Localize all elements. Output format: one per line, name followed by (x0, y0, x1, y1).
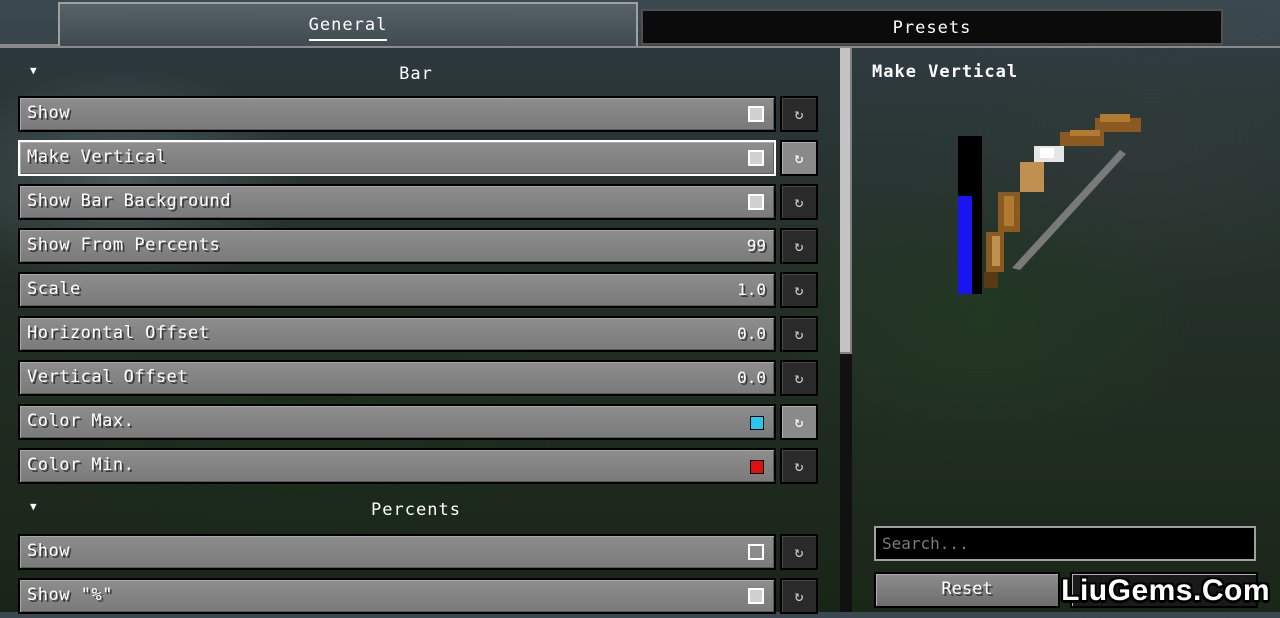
option-row-vertical-offset[interactable]: Vertical Offset 0.0 ↻ (18, 360, 820, 400)
option-row-show[interactable]: Show ↻ (18, 96, 820, 136)
option-button-show-bar-background[interactable]: Show Bar Background (18, 184, 776, 220)
reset-button[interactable]: ↻ (780, 184, 818, 220)
option-row-color-min[interactable]: Color Min. ↻ (18, 448, 820, 488)
bow-preview (958, 114, 1141, 294)
option-button-scale[interactable]: Scale 1.0 (18, 272, 776, 308)
vertical-durability-bar (958, 136, 982, 294)
reset-button[interactable]: ↻ (780, 272, 818, 308)
section-title-percents: Percents (371, 500, 461, 520)
checkbox-checked-icon[interactable] (748, 150, 764, 166)
option-value: 1.0 (737, 280, 766, 299)
option-row-horizontal-offset[interactable]: Horizontal Offset 0.0 ↻ (18, 316, 820, 356)
option-label: Color Max. (27, 411, 135, 431)
checkbox-checked-icon[interactable] (748, 588, 764, 604)
option-button-horizontal-offset[interactable]: Horizontal Offset 0.0 (18, 316, 776, 352)
option-button-show[interactable]: Show (18, 96, 776, 132)
reset-button[interactable]: ↻ (780, 96, 818, 132)
reset-button[interactable]: ↻ (780, 140, 818, 176)
option-button-vertical-offset[interactable]: Vertical Offset 0.0 (18, 360, 776, 396)
option-label: Vertical Offset (27, 367, 189, 387)
checkbox-checked-icon[interactable] (748, 194, 764, 210)
option-row-show-percent-sign[interactable]: Show "%" ↻ (18, 578, 820, 618)
description-title: Make Vertical (872, 62, 1019, 82)
watermark-logo: LiuGems.Com (1061, 574, 1270, 607)
option-label: Show From Percents (27, 235, 221, 255)
option-value: 0.0 (737, 324, 766, 343)
tab-presets[interactable]: Presets (641, 9, 1223, 45)
option-button-show-from-percents[interactable]: Show From Percents 99 (18, 228, 776, 264)
scrollbar-thumb[interactable] (840, 48, 852, 354)
option-row-make-vertical[interactable]: Make Vertical ↻ (18, 140, 820, 180)
option-label: Make Vertical (27, 147, 167, 167)
reset-button[interactable]: ↻ (780, 228, 818, 264)
bow-icon (984, 114, 1141, 288)
reset-button[interactable]: ↻ (780, 448, 818, 484)
reset-all-button[interactable]: Reset (874, 572, 1060, 608)
option-label: Horizontal Offset (27, 323, 210, 343)
option-button-color-min[interactable]: Color Min. (18, 448, 776, 484)
section-header-bar[interactable]: ▼ Bar (0, 64, 840, 88)
option-label: Show "%" (27, 585, 113, 605)
color-swatch[interactable] (750, 460, 764, 474)
option-row-show-bar-background[interactable]: Show Bar Background ↻ (18, 184, 820, 224)
tab-presets-label: Presets (892, 18, 972, 38)
option-button-show-percent-sign[interactable]: Show "%" (18, 578, 776, 614)
option-row-show-from-percents[interactable]: Show From Percents 99 ↻ (18, 228, 820, 268)
option-label: Show (27, 103, 70, 123)
tab-general-label: General (308, 15, 388, 41)
option-label: Show (27, 541, 70, 561)
option-label: Show Bar Background (27, 191, 231, 211)
section-title-bar: Bar (399, 64, 433, 84)
reset-button[interactable]: ↻ (780, 360, 818, 396)
reset-button[interactable]: ↻ (780, 534, 818, 570)
tab-general[interactable]: General (58, 2, 638, 48)
option-row-color-max[interactable]: Color Max. ↻ (18, 404, 820, 444)
reset-button[interactable]: ↻ (780, 404, 818, 440)
options-list[interactable]: ▼ Bar Show ↻ Make Vertical ↻ Show Bar Ba… (0, 48, 840, 614)
option-button-percents-show[interactable]: Show (18, 534, 776, 570)
color-swatch[interactable] (750, 416, 764, 430)
option-value: 0.0 (737, 368, 766, 387)
option-label: Color Min. (27, 455, 135, 475)
reset-button[interactable]: ↻ (780, 316, 818, 352)
option-row-percents-show[interactable]: Show ↻ (18, 534, 820, 574)
option-value: 99 (746, 236, 766, 255)
section-header-percents[interactable]: ▼ Percents (0, 500, 840, 524)
option-button-make-vertical[interactable]: Make Vertical (18, 140, 776, 176)
checkbox-checked-icon[interactable] (748, 106, 764, 122)
checkbox-unchecked-icon[interactable] (748, 544, 764, 560)
option-row-scale[interactable]: Scale 1.0 ↻ (18, 272, 820, 312)
search-input[interactable] (874, 526, 1256, 561)
option-button-color-max[interactable]: Color Max. (18, 404, 776, 440)
option-label: Scale (27, 279, 81, 299)
reset-button[interactable]: ↻ (780, 578, 818, 614)
